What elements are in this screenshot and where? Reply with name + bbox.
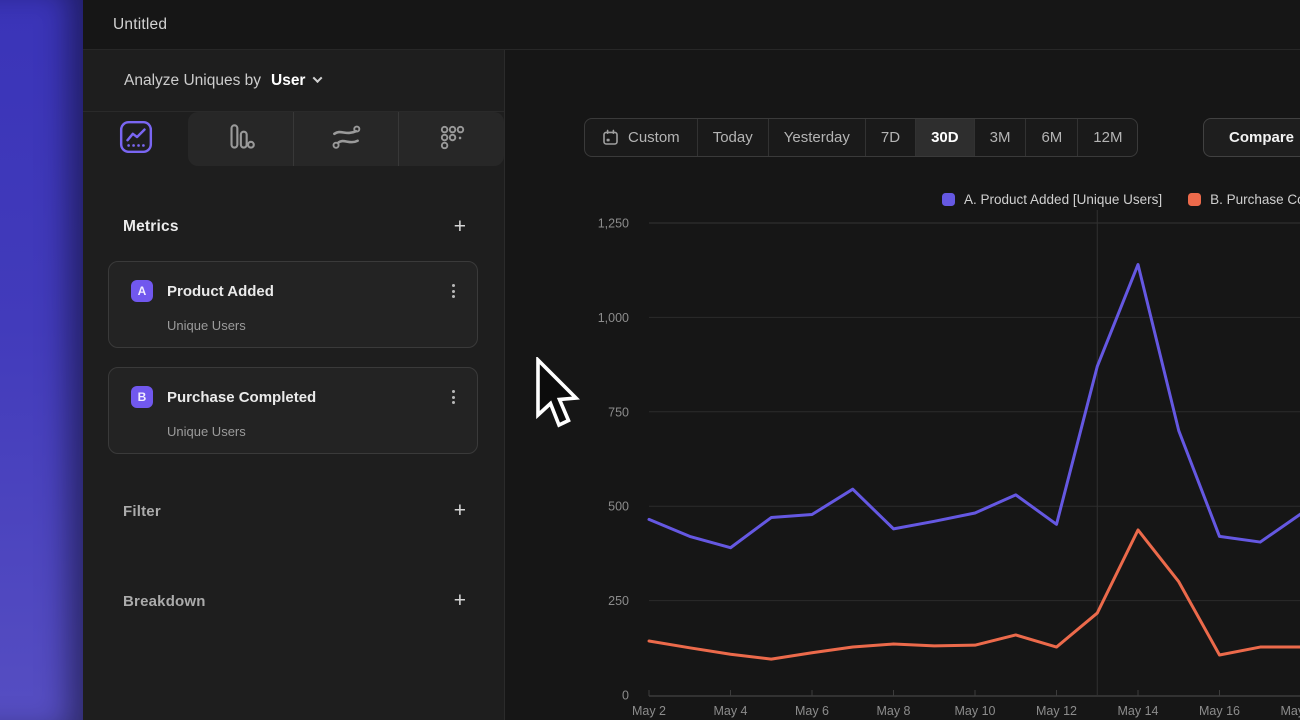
metrics-header: Metrics + [123,212,466,242]
metric-card-row: A Product Added [131,279,461,303]
add-breakdown-button[interactable]: + [454,591,466,611]
svg-text:May 18: May 18 [1281,704,1300,718]
svg-text:May 2: May 2 [632,704,666,718]
range-label: 3M [990,129,1011,146]
breakdown-section: Breakdown + [123,586,466,616]
line-chart-canvas[interactable]: 0 250 500 750 1,000 1,250 May 2 May 4 May 6 May 8… [506,200,1300,720]
brand-gradient-strip [0,0,83,720]
svg-text:250: 250 [608,594,629,608]
svg-text:1,250: 1,250 [598,217,629,231]
range-7d[interactable]: 7D [865,119,915,156]
range-label: 12M [1093,129,1122,146]
range-label: Yesterday [784,129,850,146]
kebab-menu-icon[interactable] [446,386,461,408]
svg-text:500: 500 [608,500,629,514]
filter-label: Filter [123,503,161,520]
flows-icon [328,119,364,160]
retention-grid-icon [434,119,470,160]
svg-text:750: 750 [608,405,629,419]
analyze-by-value: User [271,72,305,90]
add-metric-button[interactable]: + [454,217,466,237]
insights-line-chart-icon [118,119,154,160]
svg-text:May 14: May 14 [1118,704,1159,718]
metric-name: Purchase Completed [167,389,446,406]
metric-subtitle: Unique Users [167,318,246,333]
compare-button[interactable]: Compare [1203,118,1300,157]
range-12m[interactable]: 12M [1077,119,1137,156]
svg-text:May 6: May 6 [795,704,829,718]
chevron-down-icon [313,73,323,83]
svg-text:0: 0 [622,689,629,703]
metric-subtitle: Unique Users [167,424,246,439]
range-today[interactable]: Today [697,119,768,156]
range-label: Custom [628,129,680,146]
svg-text:May 12: May 12 [1036,704,1077,718]
metric-card-b[interactable]: B Purchase Completed Unique Users [108,367,478,454]
kebab-menu-icon[interactable] [446,280,461,302]
report-title[interactable]: Untitled [113,16,167,34]
analyze-label: Analyze Uniques by [124,72,261,90]
chart-type-tabs [83,112,504,170]
svg-text:May 16: May 16 [1199,704,1240,718]
top-bar: Untitled [83,0,1300,50]
tab-group [188,112,504,166]
range-label: 7D [881,129,900,146]
analyze-by-dropdown[interactable]: User [271,72,321,90]
date-range-selector: Custom Today Yesterday 7D 30D 3M 6M 12M [584,118,1138,157]
metrics-title: Metrics [123,218,179,236]
chart-panel: Custom Today Yesterday 7D 30D 3M 6M 12M … [506,50,1300,720]
bar-chart-icon [222,119,258,160]
metric-card-row: B Purchase Completed [131,385,461,409]
filter-section: Filter + [123,496,466,526]
analyze-row: Analyze Uniques by User [83,50,504,112]
query-builder-sidebar: Analyze Uniques by User [83,50,505,720]
metric-name: Product Added [167,283,446,300]
metric-badge-b: B [131,386,153,408]
tab-flows[interactable] [293,112,399,166]
metric-card-a[interactable]: A Product Added Unique Users [108,261,478,348]
range-3m[interactable]: 3M [974,119,1026,156]
calendar-icon [602,129,619,146]
tab-insights[interactable] [83,112,188,166]
range-label: 30D [931,129,959,146]
range-label: 6M [1041,129,1062,146]
svg-text:May 10: May 10 [955,704,996,718]
svg-text:May 8: May 8 [876,704,910,718]
range-yesterday[interactable]: Yesterday [768,119,865,156]
svg-text:1,000: 1,000 [598,311,629,325]
svg-text:May 4: May 4 [713,704,747,718]
tab-bar-chart[interactable] [188,112,293,166]
breakdown-label: Breakdown [123,593,206,610]
metric-badge-a: A [131,280,153,302]
range-custom[interactable]: Custom [585,119,697,156]
range-6m[interactable]: 6M [1025,119,1077,156]
add-filter-button[interactable]: + [454,501,466,521]
range-label: Today [713,129,753,146]
tab-retention[interactable] [398,112,504,166]
range-30d-selected[interactable]: 30D [915,119,974,156]
